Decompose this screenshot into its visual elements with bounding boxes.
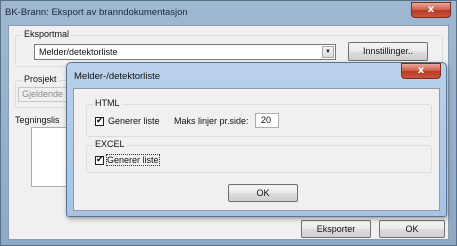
settings-button[interactable]: Innstillinger.. <box>348 42 428 61</box>
excel-generate-checkbox[interactable]: ✔ <box>95 155 104 165</box>
html-generate-label[interactable]: Generer liste <box>108 116 160 126</box>
project-field-value: Gjeldende <box>22 89 64 99</box>
excel-generate-label[interactable]: Generer liste <box>106 154 160 166</box>
excel-group: EXCEL ✔ Generer liste <box>86 139 432 173</box>
max-lines-value: 20 <box>261 115 272 125</box>
settings-button-label: Innstillinger.. <box>362 46 414 56</box>
export-template-select[interactable]: Melder/detektorliste ▼ <box>34 44 336 60</box>
export-button[interactable]: Eksporter <box>301 220 371 238</box>
checkmark-icon: ✔ <box>96 155 104 165</box>
dialog-title: Melder-/detektorliste <box>74 71 161 82</box>
export-template-legend: Eksportmal <box>22 29 72 39</box>
checkmark-icon: ✔ <box>96 116 104 126</box>
export-button-label: Eksporter <box>316 224 356 234</box>
dialog-ok-button-label: OK <box>256 188 270 198</box>
dialog-client-area: HTML ✔ Generer liste Maks linjer pr.side… <box>73 88 440 211</box>
html-group-legend: HTML <box>93 98 122 108</box>
html-group: HTML ✔ Generer liste Maks linjer pr.side… <box>86 98 432 137</box>
max-lines-input[interactable]: 20 <box>255 113 279 128</box>
main-close-button[interactable]: x <box>411 2 451 18</box>
detector-list-dialog: Melder-/detektorliste x HTML ✔ Generer l… <box>66 62 447 217</box>
dialog-close-button[interactable]: x <box>401 63 441 79</box>
main-title-bar[interactable]: BK-Brann: Eksport av branndokumentasjon … <box>1 1 456 25</box>
max-lines-label: Maks linjer pr.side: <box>174 116 249 126</box>
export-template-selected: Melder/detektorliste <box>39 47 118 57</box>
project-legend: Prosjekt <box>22 74 59 84</box>
excel-group-legend: EXCEL <box>93 139 127 149</box>
main-ok-button-label: OK <box>405 224 419 234</box>
html-generate-checkbox[interactable]: ✔ <box>95 116 104 126</box>
close-icon: x <box>417 65 425 76</box>
dialog-ok-button[interactable]: OK <box>228 184 298 202</box>
main-ok-button[interactable]: OK <box>379 220 445 238</box>
chevron-down-icon[interactable]: ▼ <box>322 46 334 58</box>
drawings-list-label: Tegningslis <box>15 115 60 125</box>
close-icon: x <box>427 4 435 15</box>
main-window-title: BK-Brann: Eksport av branndokumentasjon <box>5 7 188 18</box>
